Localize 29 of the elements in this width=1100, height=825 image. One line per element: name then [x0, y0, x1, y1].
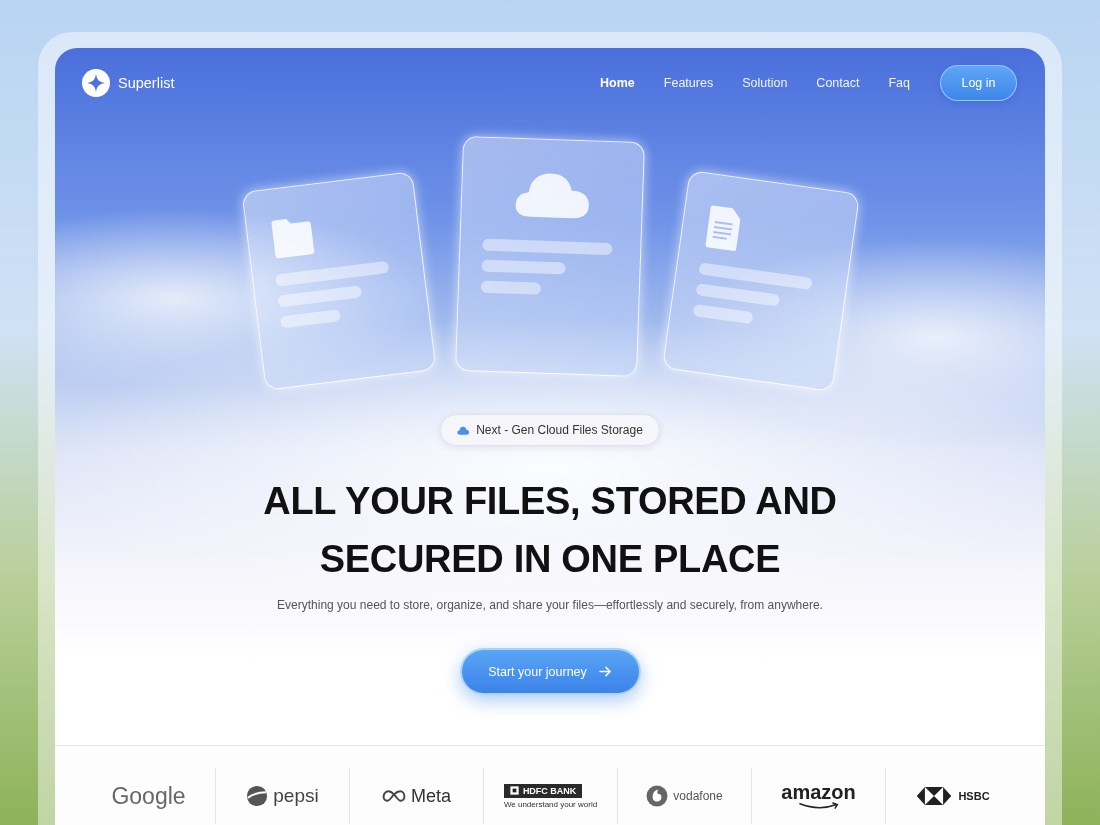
pepsi-wordmark: pepsi: [273, 785, 319, 807]
hdfc-wordmark: HDFC BANK: [522, 785, 577, 796]
hsbc-wordmark: HSBC: [958, 790, 990, 802]
nav-link[interactable]: Faq: [888, 76, 910, 90]
vodafone-wordmark: vodafone: [673, 789, 723, 803]
subtitle: Everything you need to store, organize, and share your files—effortlessly and securely, from anywhere.: [277, 598, 823, 612]
cloud-icon: [457, 425, 470, 435]
login-button[interactable]: Log in: [940, 65, 1017, 101]
square-logo-icon: [509, 786, 519, 795]
arrow-right-icon: [598, 666, 612, 677]
badge-text: Next - Gen Cloud Files Storage: [476, 423, 643, 437]
start-journey-button[interactable]: Start your journey: [459, 648, 641, 695]
nav-link[interactable]: Home: [600, 76, 635, 90]
placeholder-bar: [480, 280, 542, 295]
infinity-logo-icon: [382, 789, 406, 803]
headline: ALL YOUR FILES, STORED AND SECURED IN ONE PLACE: [262, 479, 838, 582]
nav-link[interactable]: Features: [663, 76, 714, 90]
globe-logo-icon: [246, 785, 269, 807]
amazon-wordmark: amazon: [781, 782, 856, 802]
bank-tagline: We understand your world: [503, 799, 598, 809]
nav-link[interactable]: Contact: [816, 76, 860, 90]
hexagon-logo-icon: [915, 786, 954, 806]
nav-link[interactable]: Solution: [742, 76, 788, 90]
meta-wordmark: Meta: [411, 785, 451, 807]
brand-name: Superlist: [118, 75, 175, 91]
google-wordmark: Google: [111, 782, 186, 810]
speech-mark-logo-icon: [646, 785, 669, 807]
smile-arrow-icon: [796, 802, 841, 810]
star-logo-icon: [82, 69, 110, 97]
